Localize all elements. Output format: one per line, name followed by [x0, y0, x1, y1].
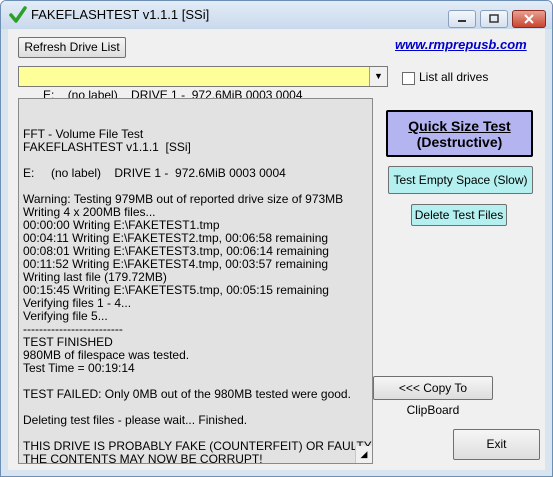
- exit-button[interactable]: Exit: [453, 429, 540, 460]
- app-window: FAKEFLASHTEST v1.1.1 [SSi] Refresh Drive…: [0, 0, 553, 477]
- log-line: FAKEFLASHTEST v1.1.1 [SSi]: [23, 140, 191, 154]
- delete-test-files-button[interactable]: Delete Test Files: [411, 204, 507, 226]
- quick-size-test-label: Quick Size Test: [408, 118, 511, 134]
- list-all-drives-checkbox[interactable]: [402, 72, 415, 85]
- log-line: TEST FAILED: Only 0MB out of the 980MB t…: [23, 387, 351, 401]
- check-icon: [9, 6, 27, 23]
- website-link[interactable]: www.rmprepusb.com: [395, 37, 527, 52]
- log-line: Deleting test files - please wait... Fin…: [23, 413, 248, 427]
- list-all-drives-label: List all drives: [419, 70, 489, 84]
- quick-size-test-button[interactable]: Quick Size Test (Destructive): [386, 110, 533, 157]
- copy-to-clipboard-button[interactable]: <<< Copy To ClipBoard: [373, 376, 493, 417]
- close-icon: [524, 14, 534, 24]
- minimize-icon: [458, 20, 466, 22]
- dropdown-arrow-icon[interactable]: ▼: [369, 67, 387, 86]
- log-output[interactable]: FFT - Volume File Test FAKEFLASHTEST v1.1…: [18, 98, 373, 464]
- resize-grip-icon[interactable]: ◢: [355, 446, 372, 463]
- log-line: THE CONTENTS MAY NOW BE CORRUPT!: [23, 452, 263, 464]
- title-bar[interactable]: FAKEFLASHTEST v1.1.1 [SSi]: [1, 1, 552, 29]
- minimize-button[interactable]: [448, 10, 476, 28]
- log-line: Test Time = 00:19:14: [23, 361, 135, 375]
- maximize-button[interactable]: [480, 10, 508, 28]
- log-line: E: (no label) DRIVE 1 - 972.6MiB 0003 00…: [23, 166, 286, 180]
- window-title: FAKEFLASHTEST v1.1.1 [SSi]: [31, 7, 210, 22]
- client-area: Refresh Drive List www.rmprepusb.com E: …: [8, 29, 545, 470]
- drive-select[interactable]: E: (no label) DRIVE 1 - 972.6MiB 0003 00…: [18, 66, 388, 102]
- quick-size-test-sublabel: (Destructive): [416, 134, 503, 150]
- maximize-icon: [489, 14, 499, 23]
- test-empty-space-button[interactable]: Test Empty Space (Slow): [388, 166, 533, 194]
- refresh-drive-list-button[interactable]: Refresh Drive List: [18, 37, 126, 58]
- close-button[interactable]: [512, 10, 546, 28]
